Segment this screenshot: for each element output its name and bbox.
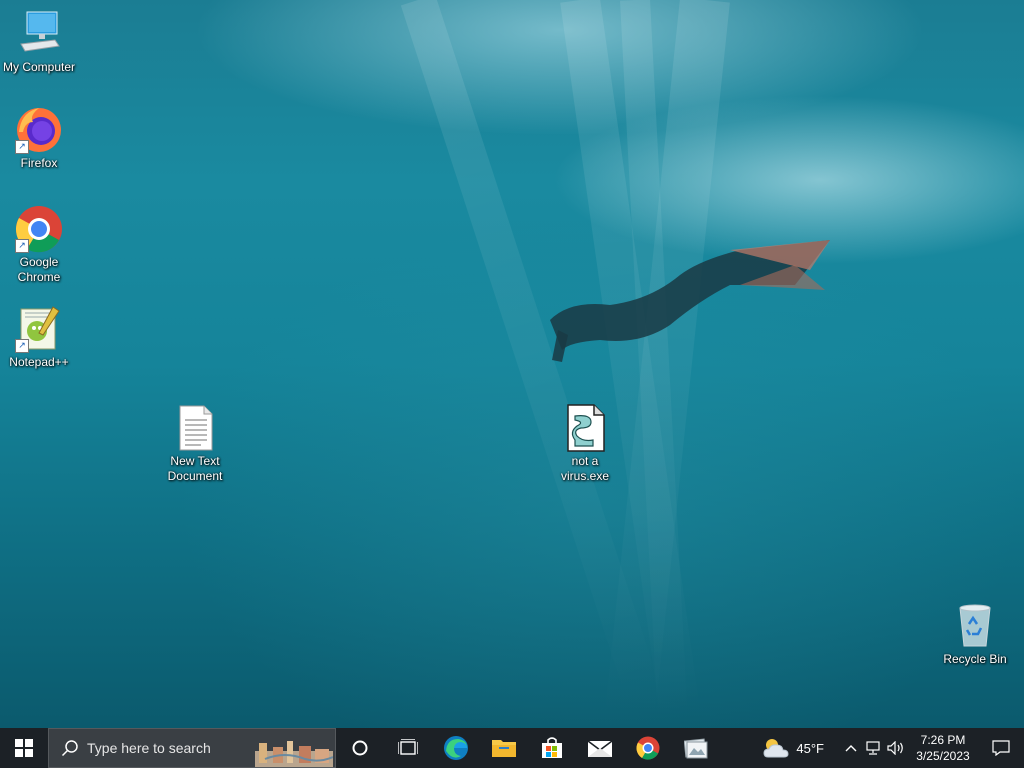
desktop-icon-firefox[interactable]: ↗ Firefox: [1, 106, 77, 171]
microsoft-store-icon: [542, 737, 562, 758]
desktop-icon-label: New Text: [170, 454, 220, 468]
desktop-icon-label: not a: [571, 454, 599, 468]
recycle-bin-icon: [951, 602, 999, 650]
search-highlight-illustration-icon: [255, 741, 333, 767]
speaker-icon: [887, 741, 903, 755]
notepadpp-icon: ↗: [15, 305, 63, 353]
chrome-icon: [636, 736, 660, 760]
cortana-icon: [352, 740, 368, 756]
desktop-icon-label: Document: [167, 469, 223, 483]
chrome-icon: ↗: [15, 205, 63, 253]
desktop-icon-my-computer[interactable]: My Computer: [1, 10, 77, 75]
system-tray: 45°F 7:26 PM 3/25/2023: [762, 728, 1024, 768]
firefox-icon: ↗: [15, 106, 63, 154]
mail-icon: [588, 740, 612, 757]
desktop-icon-label: Firefox: [20, 156, 58, 170]
search-icon: [61, 740, 78, 757]
taskbar: Type here to search 45°F 7:26 PM 3/25/20…: [0, 728, 1024, 768]
desktop-icon-google-chrome[interactable]: ↗ Google Chrome: [1, 205, 77, 285]
show-hidden-icons-button[interactable]: [840, 744, 862, 752]
weather-widget[interactable]: 45°F: [762, 737, 824, 759]
clock[interactable]: 7:26 PM 3/25/2023: [908, 732, 978, 764]
shortcut-arrow-icon: ↗: [15, 239, 29, 253]
clock-date: 3/25/2023: [916, 749, 970, 763]
shortcut-arrow-icon: ↗: [15, 339, 29, 353]
task-view-button[interactable]: [384, 728, 432, 768]
windows-logo-icon: [15, 739, 33, 757]
desktop-icon-label: Notepad++: [9, 355, 69, 369]
action-center-button[interactable]: [978, 728, 1024, 768]
script-file-icon: [561, 404, 609, 452]
taskbar-edge[interactable]: [432, 728, 480, 768]
edge-icon: [444, 736, 468, 760]
cortana-button[interactable]: [336, 728, 384, 768]
text-file-icon: [171, 404, 219, 452]
partly-cloudy-icon: [763, 739, 789, 758]
desktop-icon-label: My Computer: [2, 60, 76, 74]
desktop-icon-label: virus.exe: [560, 469, 610, 483]
notification-icon: [992, 740, 1010, 756]
desktop-icon-label: Chrome: [17, 270, 61, 284]
task-view-icon: [398, 739, 418, 755]
volume-button[interactable]: [884, 741, 908, 755]
desktop-icon-not-a-virus-exe[interactable]: not a virus.exe: [547, 404, 623, 484]
weather-temperature: 45°F: [796, 740, 824, 756]
photos-icon: [684, 738, 708, 759]
desktop-icon-label: Recycle Bin: [943, 652, 1007, 666]
desktop-icon-label: Google: [19, 255, 59, 269]
computer-icon: [15, 10, 63, 58]
taskbar-file-explorer[interactable]: [480, 728, 528, 768]
search-placeholder: Type here to search: [87, 740, 211, 756]
network-button[interactable]: [862, 741, 884, 755]
chevron-up-icon: [845, 745, 857, 752]
network-icon: [866, 741, 880, 755]
taskbar-chrome[interactable]: [624, 728, 672, 768]
taskbar-photos[interactable]: [672, 728, 720, 768]
search-box[interactable]: Type here to search: [48, 728, 336, 768]
taskbar-microsoft-store[interactable]: [528, 728, 576, 768]
file-explorer-icon: [492, 740, 516, 757]
desktop-background[interactable]: My Computer ↗ Firefox ↗ Google Chrome ↗ …: [0, 0, 1024, 728]
desktop-icon-new-text-document[interactable]: New Text Document: [157, 404, 233, 484]
clock-time: 7:26 PM: [920, 733, 966, 747]
desktop-icon-recycle-bin[interactable]: Recycle Bin: [937, 602, 1013, 667]
start-button[interactable]: [0, 728, 48, 768]
desktop-icon-notepadpp[interactable]: ↗ Notepad++: [1, 305, 77, 370]
taskbar-mail[interactable]: [576, 728, 624, 768]
diver-image: [550, 240, 830, 362]
shortcut-arrow-icon: ↗: [15, 140, 29, 154]
